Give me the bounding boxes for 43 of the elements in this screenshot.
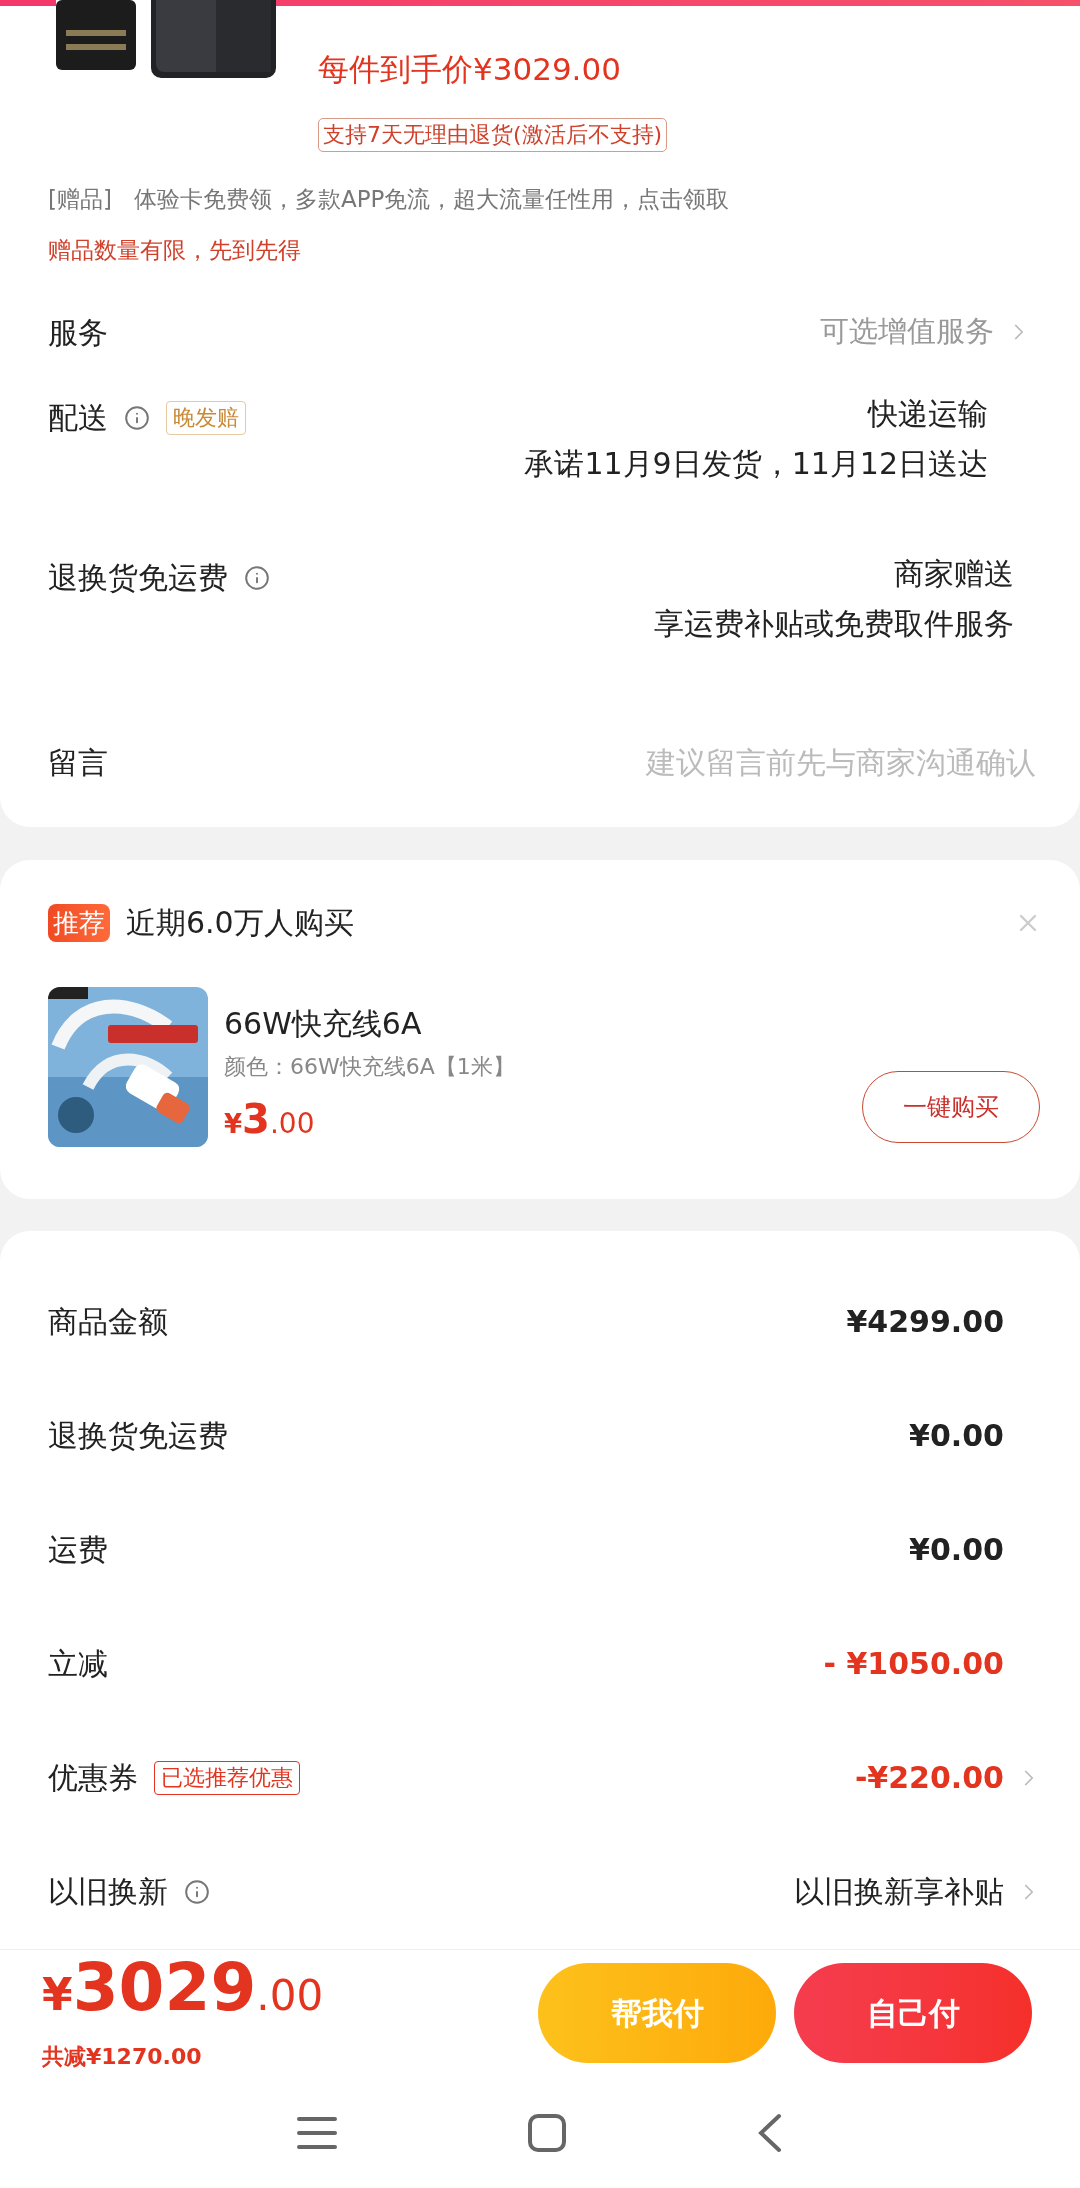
recommend-tag: 推荐 bbox=[48, 903, 110, 942]
row-label: 优惠券 bbox=[48, 1759, 138, 1798]
row-value: -¥220.00 bbox=[854, 1759, 1004, 1798]
row-label: 以旧换新 bbox=[48, 1873, 168, 1912]
back-icon[interactable] bbox=[757, 2112, 783, 2153]
row-label: 留言 bbox=[48, 743, 108, 782]
info-icon[interactable] bbox=[244, 564, 270, 591]
row-label: 退换货免运费 bbox=[48, 559, 228, 598]
info-icon[interactable] bbox=[124, 404, 150, 431]
product-spec: 颜色：66W快充线6A【1米】 bbox=[224, 1053, 515, 1082]
info-icon[interactable] bbox=[184, 1878, 210, 1905]
product-price: ¥3.00 bbox=[224, 1095, 316, 1145]
row-value: 快递运输 bbox=[868, 395, 988, 434]
product-name[interactable]: 66W快充线6A bbox=[224, 1001, 515, 1047]
row-value: 商家赠送 bbox=[894, 555, 1014, 594]
gift-text[interactable]: 体验卡免费领，多款APP免流，超大流量任性用，点击领取 bbox=[133, 182, 730, 217]
pay-button[interactable]: 自己付 bbox=[794, 1963, 1032, 2064]
row-value: 享运费补贴或免费取件服务 bbox=[654, 605, 1014, 644]
row-value: 以旧换新享补贴 bbox=[794, 1873, 1004, 1912]
price-per-item: 每件到手价¥3029.00 bbox=[318, 49, 621, 89]
row-label: 配送 bbox=[48, 399, 108, 438]
row-label: 服务 bbox=[48, 313, 108, 352]
message-field[interactable]: 建议留言前先与商家沟通确认 bbox=[536, 739, 1036, 785]
row-value: ¥0.00 bbox=[909, 1417, 1004, 1456]
recommend-title: 近期6.0万人购买 bbox=[126, 904, 354, 943]
row-label: 退换货免运费 bbox=[48, 1417, 228, 1456]
row-label: 商品金额 bbox=[48, 1303, 168, 1342]
home-icon[interactable] bbox=[527, 2112, 567, 2153]
row-value[interactable]: 可选增值服务 bbox=[820, 310, 994, 354]
coupon-tag: 已选推荐优惠 bbox=[154, 1760, 300, 1795]
row-value: ¥0.00 bbox=[909, 1531, 1004, 1570]
menu-icon[interactable] bbox=[297, 2115, 337, 2150]
row-label: 运费 bbox=[48, 1531, 108, 1570]
late-delivery-tag: 晚发赔 bbox=[166, 400, 246, 435]
return-policy-badge: 支持7天无理由退货(激活后不支持) bbox=[318, 118, 668, 153]
row-label: 立减 bbox=[48, 1645, 108, 1684]
gift-notice: 赠品数量有限，先到先得 bbox=[48, 235, 302, 265]
total-price: ¥3029.00 bbox=[42, 1953, 324, 2029]
row-value: ¥4299.00 bbox=[846, 1303, 1004, 1342]
row-value: - ¥1050.00 bbox=[823, 1645, 1004, 1684]
gift-tag: [赠品] bbox=[48, 182, 112, 217]
total-saving: 共减¥1270.00 bbox=[42, 2043, 203, 2072]
row-value: 承诺11月9日发货，11月12日送达 bbox=[524, 445, 988, 484]
